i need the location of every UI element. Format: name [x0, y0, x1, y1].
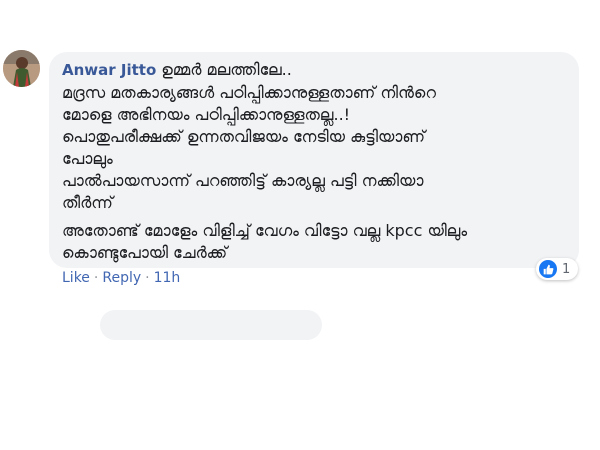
comment-actions: Like · Reply · 11h [62, 270, 180, 286]
avatar[interactable] [3, 50, 40, 87]
separator-dot: · [145, 270, 150, 286]
comment-line-8: അതോണ്ട് മോളേം വിളിച്ച് വേഗം വിട്ടോ വല്ല … [62, 221, 468, 240]
separator-dot: · [93, 270, 99, 286]
reaction-count: 1 [562, 261, 571, 277]
comment-line-7: തീർന്ന് [62, 193, 113, 212]
comment-line-5: പോലും [62, 149, 113, 168]
comment-line-1: Anwar Jitto ഉമ്മർ മലത്തിലേ.. [62, 59, 292, 81]
comment-line-9: കൊണ്ടുപോയി ചേർക്ക് [62, 243, 228, 262]
like-icon [539, 260, 557, 278]
timestamp[interactable]: 11h [154, 270, 181, 286]
like-link[interactable]: Like [62, 270, 90, 286]
comment-line-2: മദ്രസ മതകാര്യങ്ങൾ പഠിപ്പിക്കാനുള്ളതാണ് ന… [62, 83, 436, 102]
comment-text: ഉമ്മർ മലത്തിലേ.. [161, 60, 292, 79]
comment-line-6: പാൽപായസാന്ന് പറഞ്ഞിട്ട് കാര്യല്ല പട്ടി ന… [62, 171, 424, 190]
avatar-image [3, 50, 40, 87]
author-name[interactable]: Anwar Jitto [62, 61, 156, 79]
reply-link[interactable]: Reply [102, 270, 141, 286]
comment-line-4: പൊതുപരീക്ഷക്ക് ഉന്നതവിജയം നേടിയ കുട്ടിയാ… [62, 127, 426, 146]
comment-line-3: മോളെ അഭിനയം പഠിപ്പിക്കാനുള്ളതല്ല..! [62, 105, 351, 124]
comment: Anwar Jitto ഉമ്മർ മലത്തിലേ.. മദ്രസ മതകാര്… [0, 0, 600, 450]
reaction-count-badge[interactable]: 1 [536, 258, 579, 280]
next-comment-bubble [100, 310, 322, 340]
